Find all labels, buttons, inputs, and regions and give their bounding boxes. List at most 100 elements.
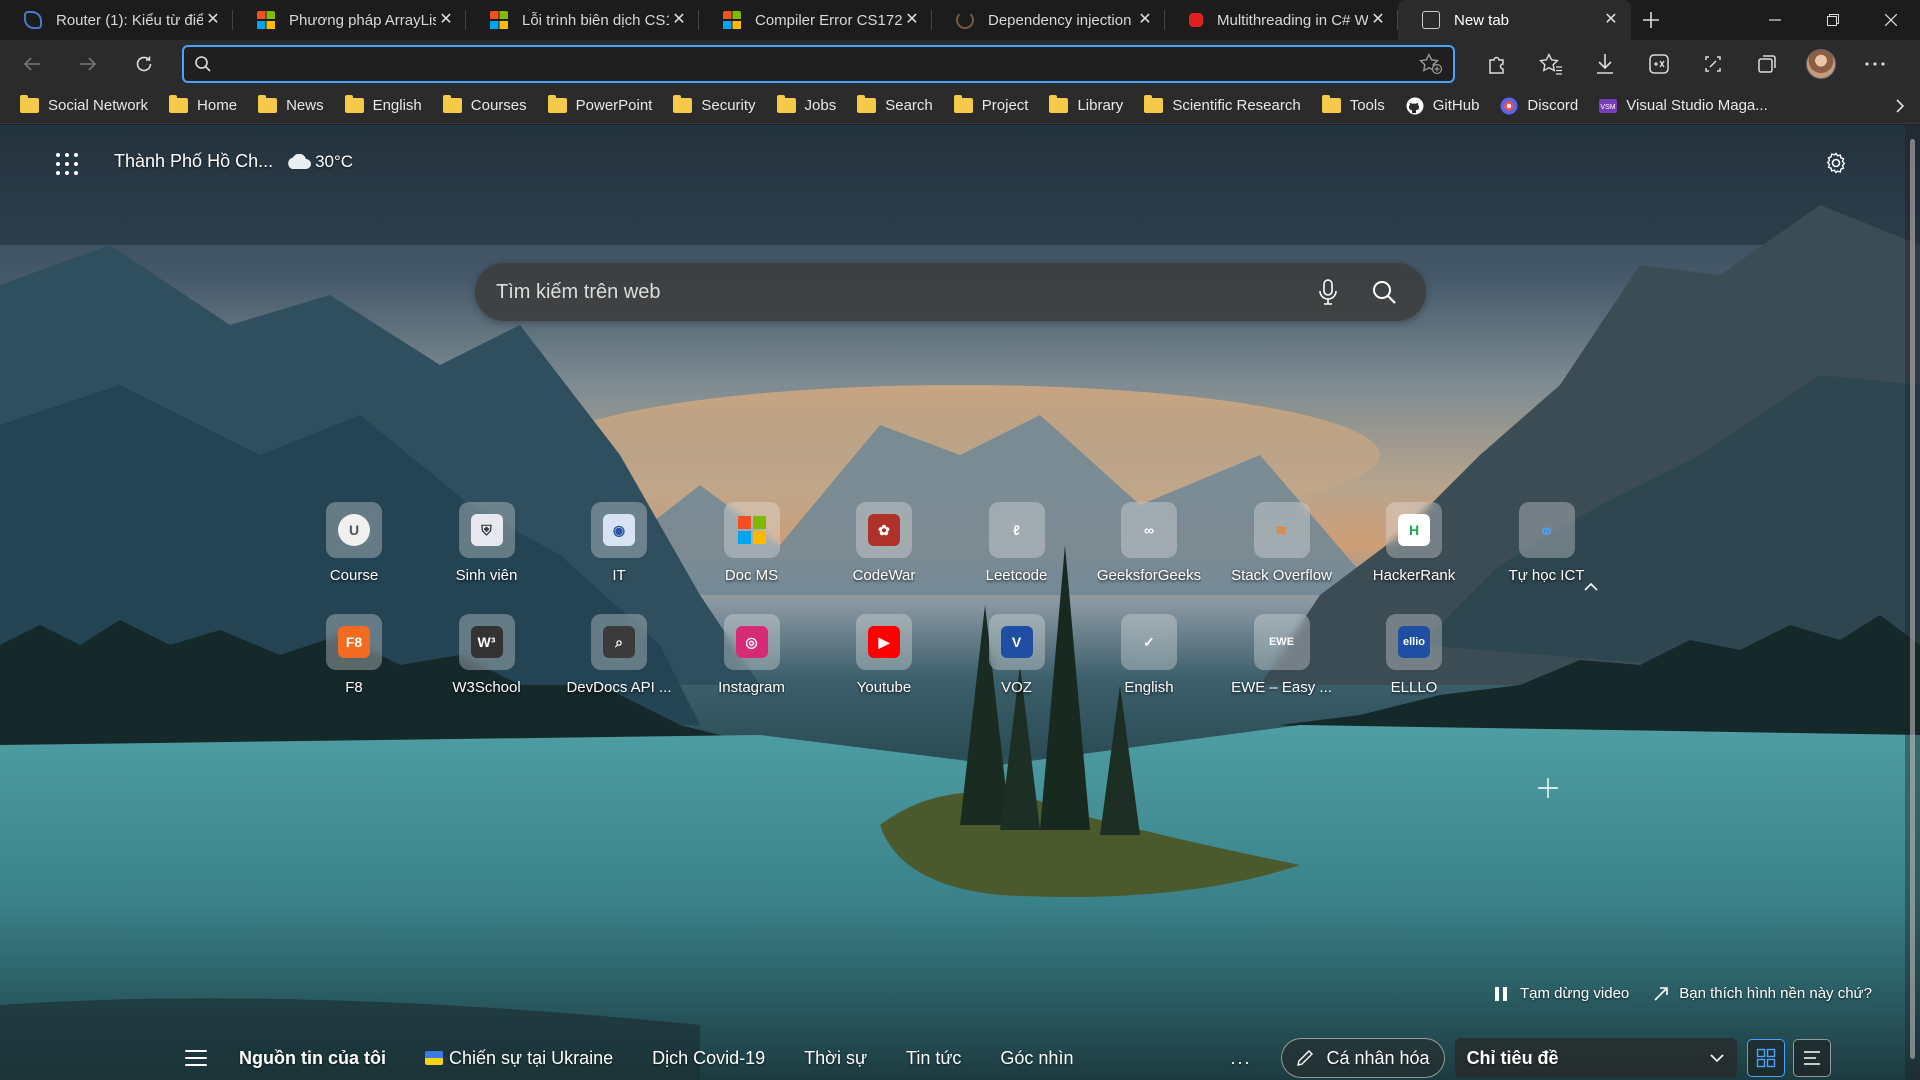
profile-button[interactable]	[1794, 44, 1848, 84]
quick-link[interactable]: EWE EWE – Easy ...	[1222, 614, 1342, 696]
grid-layout-button[interactable]	[1746, 1039, 1785, 1077]
favorite-folder[interactable]: Social Network	[20, 92, 156, 120]
close-tab-icon[interactable]: ✕	[436, 10, 456, 30]
favorite-vsm[interactable]: VSM Visual Studio Maga...	[1599, 92, 1775, 120]
close-tab-icon[interactable]: ✕	[1368, 10, 1388, 30]
favorite-folder[interactable]: PowerPoint	[547, 92, 661, 120]
close-tab-icon[interactable]: ✕	[902, 10, 922, 30]
tab[interactable]: Multithreading in C# W ✕	[1165, 0, 1398, 40]
favorite-folder[interactable]: Project	[953, 92, 1037, 120]
tab[interactable]: Lỗi trình biên dịch CS1 ✕	[466, 0, 699, 40]
quick-link[interactable]: ⛨ Sinh viên	[427, 502, 547, 584]
favorite-folder[interactable]: Courses	[442, 92, 535, 120]
address-input[interactable]	[224, 55, 1419, 73]
quick-link[interactable]: ∞ GeeksforGeeks	[1089, 502, 1209, 584]
quick-link[interactable]: ≋ Stack Overflow	[1222, 502, 1342, 584]
quick-link[interactable]: ▶ Youtube	[824, 614, 944, 696]
apps-launcher-button[interactable]	[52, 149, 82, 179]
favorite-folder[interactable]: Tools	[1321, 92, 1393, 120]
favorite-folder[interactable]: Home	[169, 92, 245, 120]
content-view-select[interactable]: Chỉ tiêu đề	[1454, 1038, 1737, 1078]
site-logo-icon: ◉	[603, 514, 635, 546]
favorite-folder[interactable]: News	[258, 92, 332, 120]
address-bar[interactable]	[182, 45, 1455, 83]
tab[interactable]: New tab ✕	[1398, 0, 1631, 40]
quick-link[interactable]: F8 F8	[294, 614, 414, 696]
quick-link[interactable]: ✓ English	[1089, 614, 1209, 696]
restore-button[interactable]	[1804, 0, 1862, 40]
favorite-folder[interactable]: Security	[673, 92, 763, 120]
feed-tab[interactable]: Tin tức	[906, 1048, 961, 1069]
feed-tab[interactable]: Chiến sự tại Ukraine	[424, 1048, 613, 1069]
favorite-folder[interactable]: Library	[1049, 92, 1131, 120]
quick-link-label: HackerRank	[1372, 567, 1456, 584]
tab[interactable]: Router (1): Kiểu từ điển ✕	[0, 0, 233, 40]
tab[interactable]: Phương pháp ArrayList ✕	[233, 0, 466, 40]
web-capture-button[interactable]	[1686, 44, 1740, 84]
feed-tab[interactable]: Nguồn tin của tôi	[239, 1048, 386, 1069]
feed-menu-button[interactable]	[183, 1047, 209, 1069]
favorite-folder[interactable]: English	[344, 92, 430, 120]
close-tab-icon[interactable]: ✕	[1135, 10, 1155, 30]
feed-tab[interactable]: Góc nhìn	[1000, 1048, 1073, 1069]
page-scrollbar[interactable]	[1905, 125, 1920, 1080]
favorite-discord[interactable]: Discord	[1500, 92, 1586, 120]
quick-link[interactable]: ◎ Instagram	[692, 614, 812, 696]
web-search-input[interactable]	[496, 280, 1292, 304]
close-tab-icon[interactable]: ✕	[203, 10, 223, 30]
pause-video-button[interactable]: Tạm dừng video	[1494, 985, 1629, 1002]
quick-link[interactable]: H HackerRank	[1354, 502, 1474, 584]
scrollbar-thumb[interactable]	[1910, 139, 1915, 1059]
new-tab-button[interactable]	[1631, 0, 1671, 40]
add-favorite-icon[interactable]	[1419, 53, 1443, 75]
quick-link[interactable]: ◉ IT	[559, 502, 679, 584]
forward-button[interactable]	[66, 46, 110, 82]
pencil-icon	[1297, 1050, 1314, 1066]
add-site-button[interactable]	[1532, 772, 1564, 804]
web-capture-icon	[1705, 56, 1721, 72]
feed-more-button[interactable]: ...	[1230, 1048, 1251, 1069]
search-submit-button[interactable]	[1364, 272, 1404, 312]
site-logo-icon: ≋	[1275, 521, 1288, 538]
quick-link[interactable]: U Course	[294, 502, 414, 584]
favorite-folder[interactable]: Search	[857, 92, 941, 120]
list-layout-button[interactable]	[1792, 1039, 1831, 1077]
weather-widget[interactable]: Thành Phố Hồ Ch... 30°C	[114, 151, 353, 172]
favorites-button[interactable]	[1524, 44, 1578, 84]
favorites-overflow-button[interactable]	[1880, 98, 1920, 114]
feed-tab[interactable]: Thời sự	[804, 1048, 867, 1069]
math-solver-button[interactable]	[1632, 44, 1686, 84]
microphone-icon	[1319, 279, 1337, 305]
voice-search-button[interactable]	[1308, 272, 1348, 312]
refresh-button[interactable]	[122, 46, 166, 82]
close-window-button[interactable]	[1862, 0, 1920, 40]
extensions-button[interactable]	[1470, 44, 1524, 84]
collections-button[interactable]	[1740, 44, 1794, 84]
tab[interactable]: Compiler Error CS1729 ✕	[699, 0, 932, 40]
wallpaper-feedback-button[interactable]: Bạn thích hình nền này chứ?	[1653, 985, 1872, 1002]
quick-link[interactable]: W³ W3School	[427, 614, 547, 696]
page-settings-button[interactable]	[1820, 147, 1852, 179]
quick-link-label: Stack Overflow	[1231, 567, 1332, 584]
quick-link[interactable]: ⌕ DevDocs API ...	[559, 614, 679, 696]
back-button[interactable]	[10, 46, 54, 82]
feed-tab[interactable]: Dịch Covid-19	[652, 1048, 765, 1069]
close-tab-icon[interactable]: ✕	[1601, 10, 1621, 30]
quick-link[interactable]: ellio ELLLO	[1354, 614, 1474, 696]
folder-icon	[776, 95, 796, 113]
quick-link[interactable]: ⱷ Tự học ICT	[1487, 502, 1607, 584]
tab[interactable]: Dependency injection ✕	[932, 0, 1165, 40]
personalize-button[interactable]: Cá nhân hóa	[1281, 1038, 1445, 1078]
favorite-folder[interactable]: Scientific Research	[1144, 92, 1308, 120]
quick-link[interactable]: ℓ Leetcode	[957, 502, 1077, 584]
quick-link[interactable]: ✿ CodeWar	[824, 502, 944, 584]
favorite-github[interactable]: GitHub	[1406, 92, 1488, 120]
quick-link[interactable]: Doc MS	[692, 502, 812, 584]
close-tab-icon[interactable]: ✕	[669, 10, 689, 30]
settings-more-button[interactable]	[1848, 44, 1902, 84]
minimize-button[interactable]	[1746, 0, 1804, 40]
favorites-star-icon	[1539, 53, 1562, 75]
quick-link[interactable]: V VOZ	[957, 614, 1077, 696]
downloads-button[interactable]	[1578, 44, 1632, 84]
favorite-folder[interactable]: Jobs	[776, 92, 845, 120]
